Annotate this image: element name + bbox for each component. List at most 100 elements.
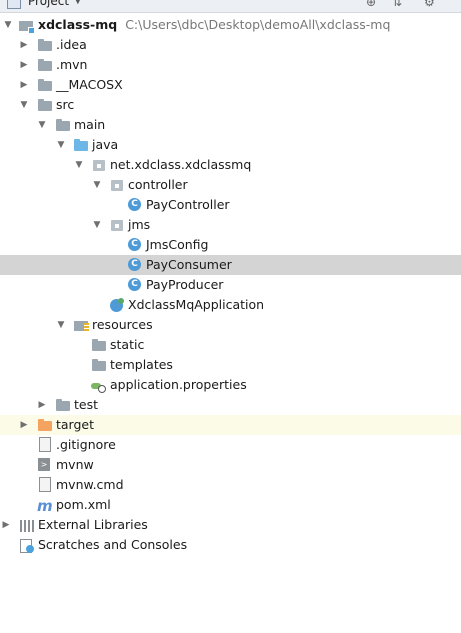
project-panel-header: Project ▼ ⊕ ⇅ ⚙: [0, 0, 461, 13]
tree-item-static[interactable]: static: [0, 335, 461, 355]
folder-icon: [37, 58, 53, 72]
tree-item-label: xdclass-mq: [38, 17, 118, 32]
tree-item-label: JmsConfig: [146, 237, 209, 252]
collapsed-arrow-icon[interactable]: ▶: [0, 515, 12, 535]
expand-arrow-icon[interactable]: ▼: [36, 115, 48, 135]
collapsed-arrow-icon[interactable]: ▶: [18, 55, 30, 75]
collapsed-arrow-icon[interactable]: ▶: [36, 395, 48, 415]
folder-icon: [37, 38, 53, 52]
tree-item-mvn[interactable]: ▶ .mvn: [0, 55, 461, 75]
tree-item-templates[interactable]: templates: [0, 355, 461, 375]
tree-item-label: mvnw.cmd: [56, 477, 124, 492]
tree-item-test[interactable]: ▶ test: [0, 395, 461, 415]
expand-arrow-icon[interactable]: ▼: [2, 15, 14, 35]
tree-item-target[interactable]: ▶ target: [0, 415, 461, 435]
tree-item-label: External Libraries: [38, 517, 148, 532]
tree-item-label: templates: [110, 357, 173, 372]
tree-item-label: application.properties: [110, 377, 247, 392]
tree-item-src[interactable]: ▼ src: [0, 95, 461, 115]
tree-item-label: PayController: [146, 197, 230, 212]
libraries-icon: [19, 518, 35, 532]
collapsed-arrow-icon[interactable]: ▶: [18, 35, 30, 55]
tree-item-mvnw[interactable]: > mvnw: [0, 455, 461, 475]
chevron-down-icon[interactable]: ▼: [74, 0, 82, 6]
folder-icon: [91, 358, 107, 372]
tree-item-label: controller: [128, 177, 188, 192]
class-icon: C: [128, 198, 141, 211]
tree-item-label: pom.xml: [56, 497, 111, 512]
collapse-icon[interactable]: ⇅: [392, 0, 402, 9]
tree-item-root[interactable]: ▼ xdclass-mq C:\Users\dbc\Desktop\demoAll…: [0, 15, 461, 35]
tree-item-gitignore[interactable]: .gitignore: [0, 435, 461, 455]
gear-icon[interactable]: ⚙: [424, 0, 435, 9]
tree-item-resources[interactable]: ▼ resources: [0, 315, 461, 335]
tree-item-idea[interactable]: ▶ .idea: [0, 35, 461, 55]
source-folder-icon: [73, 138, 89, 152]
package-icon: [109, 218, 125, 232]
tree-item-application-properties[interactable]: application.properties: [0, 375, 461, 395]
tree-item-label: .mvn: [56, 57, 88, 72]
tree-item-label: PayConsumer: [146, 257, 232, 272]
tree-item-macosx[interactable]: ▶ __MACOSX: [0, 75, 461, 95]
folder-icon: [37, 78, 53, 92]
expand-arrow-icon[interactable]: ▼: [91, 215, 103, 235]
tree-item-controller[interactable]: ▼ controller: [0, 175, 461, 195]
folder-icon: [37, 98, 53, 112]
package-icon: [91, 158, 107, 172]
tree-item-jms[interactable]: ▼ jms: [0, 215, 461, 235]
tree-item-label: src: [56, 97, 75, 112]
collapsed-arrow-icon[interactable]: ▶: [18, 75, 30, 95]
class-icon: C: [128, 258, 141, 271]
tree-item-application-class[interactable]: XdclassMqApplication: [0, 295, 461, 315]
class-icon: C: [128, 278, 141, 291]
tree-item-label: mvnw: [56, 457, 94, 472]
tree-item-label: main: [74, 117, 106, 132]
expand-arrow-icon[interactable]: ▼: [55, 315, 67, 335]
tree-item-scratches[interactable]: Scratches and Consoles: [0, 535, 461, 555]
tree-item-label: test: [74, 397, 99, 412]
class-icon: C: [128, 238, 141, 251]
resources-folder-icon: [73, 318, 89, 332]
tree-item-main[interactable]: ▼ main: [0, 115, 461, 135]
tree-item-label: static: [110, 337, 145, 352]
tree-item-package[interactable]: ▼ net.xdclass.xdclassmq: [0, 155, 461, 175]
tree-item-label: jms: [128, 217, 151, 232]
tree-item-label: resources: [92, 317, 153, 332]
tree-item-label: net.xdclass.xdclassmq: [110, 157, 252, 172]
tree-item-label: XdclassMqApplication: [128, 297, 265, 312]
tree-item-label: java: [92, 137, 119, 152]
tree-item-label: .gitignore: [56, 437, 116, 452]
tree-item-label: Scratches and Consoles: [38, 537, 188, 552]
tree-item-java[interactable]: ▼ java: [0, 135, 461, 155]
folder-icon: [55, 118, 71, 132]
text-file-icon: [39, 477, 51, 492]
gitignore-file-icon: [39, 437, 51, 452]
locate-icon[interactable]: ⊕: [366, 0, 376, 9]
tree-item-external-libraries[interactable]: ▶ External Libraries: [0, 515, 461, 535]
expand-arrow-icon[interactable]: ▼: [73, 155, 85, 175]
expand-arrow-icon[interactable]: ▼: [55, 135, 67, 155]
package-icon: [109, 178, 125, 192]
tree-item-pay-controller[interactable]: C PayController: [0, 195, 461, 215]
expand-arrow-icon[interactable]: ▼: [91, 175, 103, 195]
tree-item-label: target: [56, 417, 95, 432]
tree-item-label: .idea: [56, 37, 87, 52]
properties-file-icon: [91, 378, 107, 393]
expand-arrow-icon[interactable]: ▼: [18, 95, 30, 115]
tree-item-pay-producer[interactable]: C PayProducer: [0, 275, 461, 295]
tree-item-pom[interactable]: m pom.xml: [0, 495, 461, 515]
folder-icon: [91, 338, 107, 352]
tree-item-pay-consumer[interactable]: C PayConsumer: [0, 255, 461, 275]
tree-item-label: PayProducer: [146, 277, 224, 292]
scratches-icon: [19, 538, 35, 553]
tree-item-jms-config[interactable]: C JmsConfig: [0, 235, 461, 255]
project-tree: ▼ xdclass-mq C:\Users\dbc\Desktop\demoAll…: [0, 15, 461, 555]
project-icon: [7, 0, 21, 9]
maven-icon: m: [37, 497, 53, 515]
tree-item-mvnw-cmd[interactable]: mvnw.cmd: [0, 475, 461, 495]
panel-title[interactable]: Project: [28, 0, 69, 8]
collapsed-arrow-icon[interactable]: ▶: [18, 415, 30, 435]
module-folder-icon: [18, 18, 35, 34]
excluded-folder-icon: [37, 418, 53, 432]
project-path: C:\Users\dbc\Desktop\demoAll\xdclass-mq: [125, 17, 391, 32]
